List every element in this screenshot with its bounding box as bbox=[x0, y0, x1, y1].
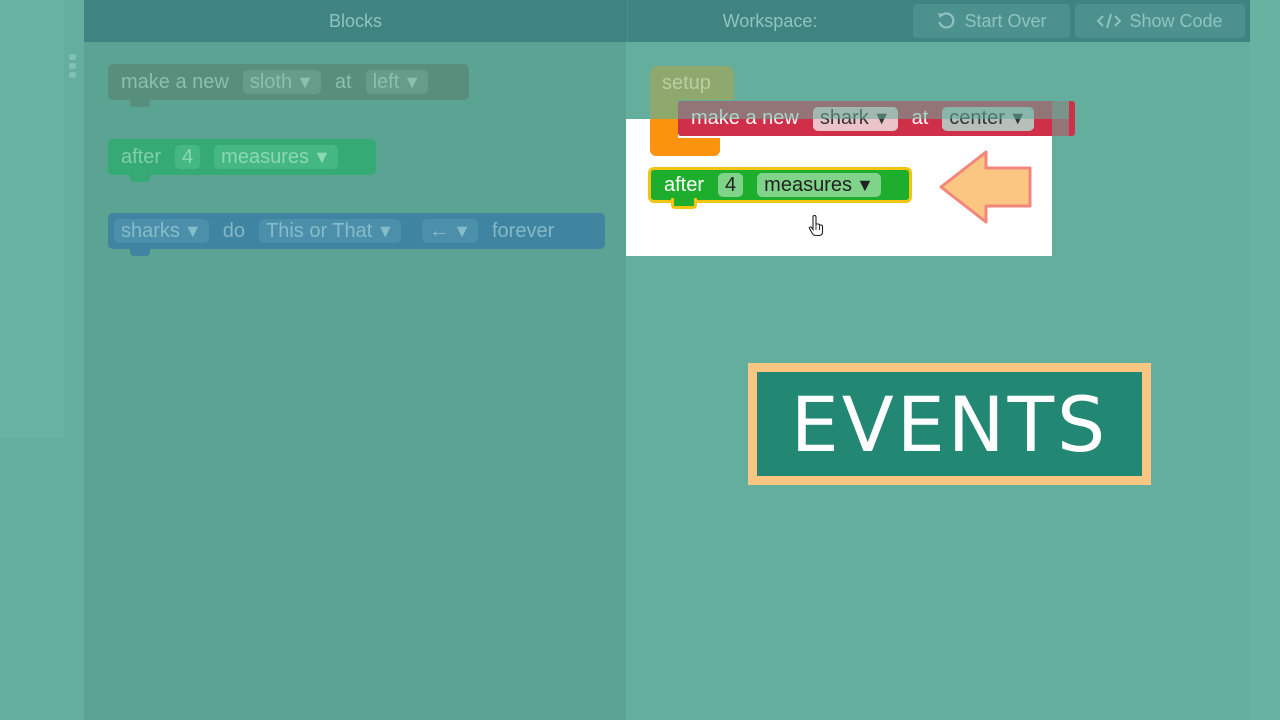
header-bar: Blocks Workspace: Start Over Show Code bbox=[84, 0, 1250, 42]
forever-label: forever bbox=[491, 219, 555, 242]
blocks-title: Blocks bbox=[328, 11, 382, 31]
dropdown-arrow-icon: ▼ bbox=[403, 71, 422, 92]
refresh-icon bbox=[936, 11, 956, 31]
after-measures-block-highlighted[interactable]: after 4 measures ▼ bbox=[648, 167, 912, 209]
after-measures-block[interactable]: after 4 measures ▼ bbox=[108, 139, 376, 182]
events-title: EVENTS bbox=[757, 372, 1142, 476]
character-value: sloth bbox=[249, 70, 293, 93]
unit-value: measures bbox=[764, 173, 852, 196]
block-connector bbox=[130, 174, 150, 182]
code-icon bbox=[1097, 12, 1122, 30]
events-callout: EVENTS bbox=[748, 363, 1151, 485]
position-dropdown[interactable]: left ▼ bbox=[365, 70, 429, 94]
after-label: after bbox=[121, 145, 162, 168]
workspace-title: Workspace: bbox=[722, 11, 818, 31]
count-input[interactable]: 4 bbox=[718, 173, 744, 197]
dropdown-arrow-icon: ▼ bbox=[855, 174, 874, 195]
start-over-button[interactable]: Start Over bbox=[913, 4, 1070, 38]
setup-block[interactable]: setup bbox=[650, 66, 734, 100]
left-panel-edge bbox=[0, 0, 64, 438]
direction-value: ← bbox=[429, 219, 450, 242]
dropdown-arrow-icon: ▼ bbox=[183, 220, 202, 241]
setup-block-foot bbox=[650, 138, 720, 156]
target-value: sharks bbox=[121, 219, 180, 242]
count-input[interactable]: 4 bbox=[175, 145, 201, 169]
pointer-arrow-icon bbox=[938, 150, 1034, 229]
make-new-block[interactable]: make a new sloth ▼ at left ▼ bbox=[108, 64, 469, 107]
unit-dropdown[interactable]: measures ▼ bbox=[214, 145, 338, 169]
block-connector bbox=[130, 99, 150, 107]
do-label: do bbox=[222, 219, 245, 242]
position-value: left bbox=[372, 70, 400, 93]
dropdown-arrow-icon: ▼ bbox=[312, 146, 331, 167]
dropdown-arrow-icon: ▼ bbox=[296, 71, 314, 92]
right-panel-edge bbox=[1250, 0, 1280, 720]
action-value: This or That bbox=[265, 219, 373, 242]
dropdown-arrow-icon: ▼ bbox=[376, 220, 395, 241]
make-new-shark-block[interactable]: make a new shark ▼ at center ▼ bbox=[678, 101, 1075, 136]
unit-value: measures bbox=[221, 145, 309, 168]
position-value: center bbox=[949, 107, 1005, 129]
at-label: at bbox=[911, 107, 929, 129]
setup-block-arm bbox=[650, 100, 678, 120]
make-new-label: make a new bbox=[121, 70, 229, 93]
character-dropdown[interactable]: sloth ▼ bbox=[242, 70, 321, 94]
position-dropdown[interactable]: center ▼ bbox=[942, 106, 1034, 131]
character-dropdown[interactable]: shark ▼ bbox=[812, 106, 898, 131]
start-over-label: Start Over bbox=[964, 10, 1047, 31]
dropdown-arrow-icon: ▼ bbox=[1008, 108, 1027, 128]
after-label: after bbox=[664, 173, 705, 196]
setup-block-arm-lit bbox=[650, 119, 678, 139]
block-connector bbox=[671, 198, 697, 209]
character-value: shark bbox=[819, 107, 869, 129]
at-label: at bbox=[334, 70, 352, 93]
make-new-label: make a new bbox=[691, 107, 799, 129]
grip-icon[interactable] bbox=[69, 54, 76, 78]
direction-dropdown[interactable]: ← ▼ bbox=[422, 219, 478, 243]
action-dropdown[interactable]: This or That ▼ bbox=[258, 219, 402, 243]
block-connector bbox=[130, 248, 150, 256]
sharks-do-block[interactable]: sharks ▼ do This or That ▼ ← ▼ forever bbox=[108, 213, 605, 256]
dropdown-arrow-icon: ▼ bbox=[453, 220, 471, 241]
unit-dropdown[interactable]: measures ▼ bbox=[757, 173, 881, 197]
dropdown-arrow-icon: ▼ bbox=[872, 108, 891, 128]
show-code-label: Show Code bbox=[1129, 10, 1223, 31]
show-code-button[interactable]: Show Code bbox=[1075, 4, 1245, 38]
target-dropdown[interactable]: sharks ▼ bbox=[114, 219, 209, 243]
hand-cursor-icon bbox=[808, 214, 826, 242]
